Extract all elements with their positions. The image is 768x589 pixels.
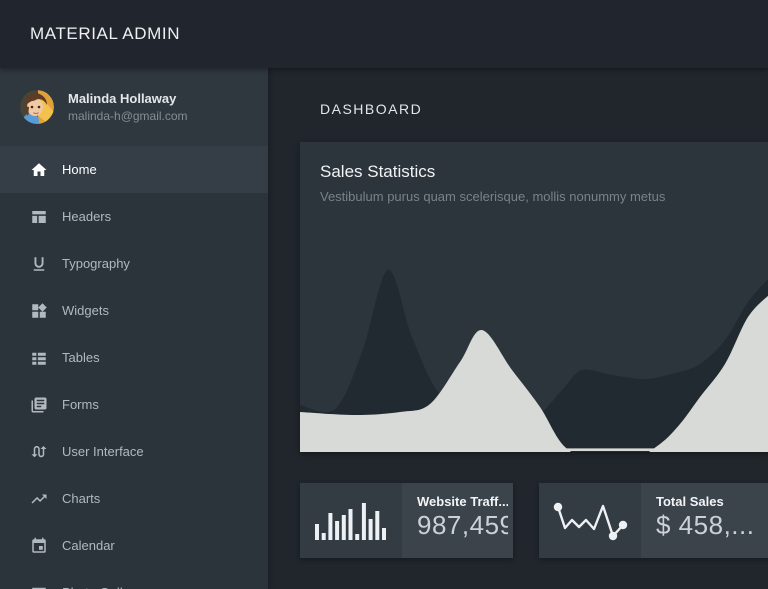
sidebar-item-widgets[interactable]: Widgets: [0, 287, 268, 334]
card-subtitle: Vestibulum purus quam scelerisque, molli…: [320, 189, 768, 204]
charts-icon: [30, 490, 48, 508]
avatar: [20, 90, 54, 124]
user-profile[interactable]: Malinda Hollaway malinda-h@gmail.com: [0, 68, 268, 146]
topbar: MATERIAL ADMIN: [0, 0, 768, 68]
typography-icon: [30, 255, 48, 273]
tables-icon: [30, 349, 48, 367]
stat-label: Website Traff...: [417, 494, 508, 509]
stat-icon-panel: [539, 483, 641, 558]
sidebar-item-forms[interactable]: Forms: [0, 381, 268, 428]
sidebar-menu: Home Headers Typography Widgets Tables Forms U…: [0, 146, 268, 589]
sidebar-item-label: Typography: [62, 256, 130, 271]
app-window: MATERIAL ADMIN: [0, 0, 768, 589]
sidebar-item-photo-gallery[interactable]: Photo Gallery: [0, 569, 268, 589]
widgets-icon: [30, 302, 48, 320]
page-title: DASHBOARD: [320, 101, 422, 117]
stat-text-panel: Total Sales$ 458,...: [641, 483, 768, 558]
sidebar-item-label: Photo Gallery: [62, 585, 141, 589]
user-meta: Malinda Hollaway malinda-h@gmail.com: [68, 91, 188, 123]
sidebar-item-label: Tables: [62, 350, 100, 365]
sidebar: Malinda Hollaway malinda-h@gmail.com Hom…: [0, 68, 268, 589]
sidebar-item-label: User Interface: [62, 444, 144, 459]
sales-statistics-card: Sales Statistics Vestibulum purus quam s…: [300, 142, 768, 452]
sidebar-item-label: Calendar: [62, 538, 115, 553]
sidebar-item-label: Widgets: [62, 303, 109, 318]
sidebar-item-headers[interactable]: Headers: [0, 193, 268, 240]
sidebar-item-typography[interactable]: Typography: [0, 240, 268, 287]
line-chart-icon: [550, 497, 630, 545]
sidebar-item-home[interactable]: Home: [0, 146, 268, 193]
user-email: malinda-h@gmail.com: [68, 109, 188, 123]
sidebar-item-tables[interactable]: Tables: [0, 334, 268, 381]
stat-label: Total Sales: [656, 494, 768, 509]
stat-value: 987,459: [417, 510, 508, 541]
app-title: MATERIAL ADMIN: [30, 24, 180, 44]
stat-card-website-traff[interactable]: Website Traff...987,459: [300, 483, 513, 558]
user-name: Malinda Hollaway: [68, 91, 188, 106]
sidebar-item-user-interface[interactable]: User Interface: [0, 428, 268, 475]
forms-icon: [30, 396, 48, 414]
bar-chart-icon: [314, 498, 388, 544]
sidebar-item-charts[interactable]: Charts: [0, 475, 268, 522]
card-title: Sales Statistics: [320, 162, 768, 182]
calendar-icon: [30, 537, 48, 555]
sales-area-chart: [300, 222, 768, 452]
stat-text-panel: Website Traff...987,459: [402, 483, 513, 558]
stat-icon-panel: [300, 483, 402, 558]
stats-row: Website Traff...987,459 Total Sales$ 458,…: [300, 483, 768, 558]
sidebar-item-label: Home: [62, 162, 97, 177]
sidebar-item-label: Charts: [62, 491, 100, 506]
sidebar-item-label: Headers: [62, 209, 111, 224]
user-interface-icon: [30, 443, 48, 461]
sidebar-item-calendar[interactable]: Calendar: [0, 522, 268, 569]
home-icon: [30, 161, 48, 179]
gallery-icon: [30, 584, 48, 589]
main-content: DASHBOARD Sales Statistics Vestibulum pu…: [268, 68, 768, 589]
stat-value: $ 458,...: [656, 510, 768, 541]
headers-icon: [30, 208, 48, 226]
sidebar-item-label: Forms: [62, 397, 99, 412]
stat-card-total-sales[interactable]: Total Sales$ 458,...: [539, 483, 768, 558]
